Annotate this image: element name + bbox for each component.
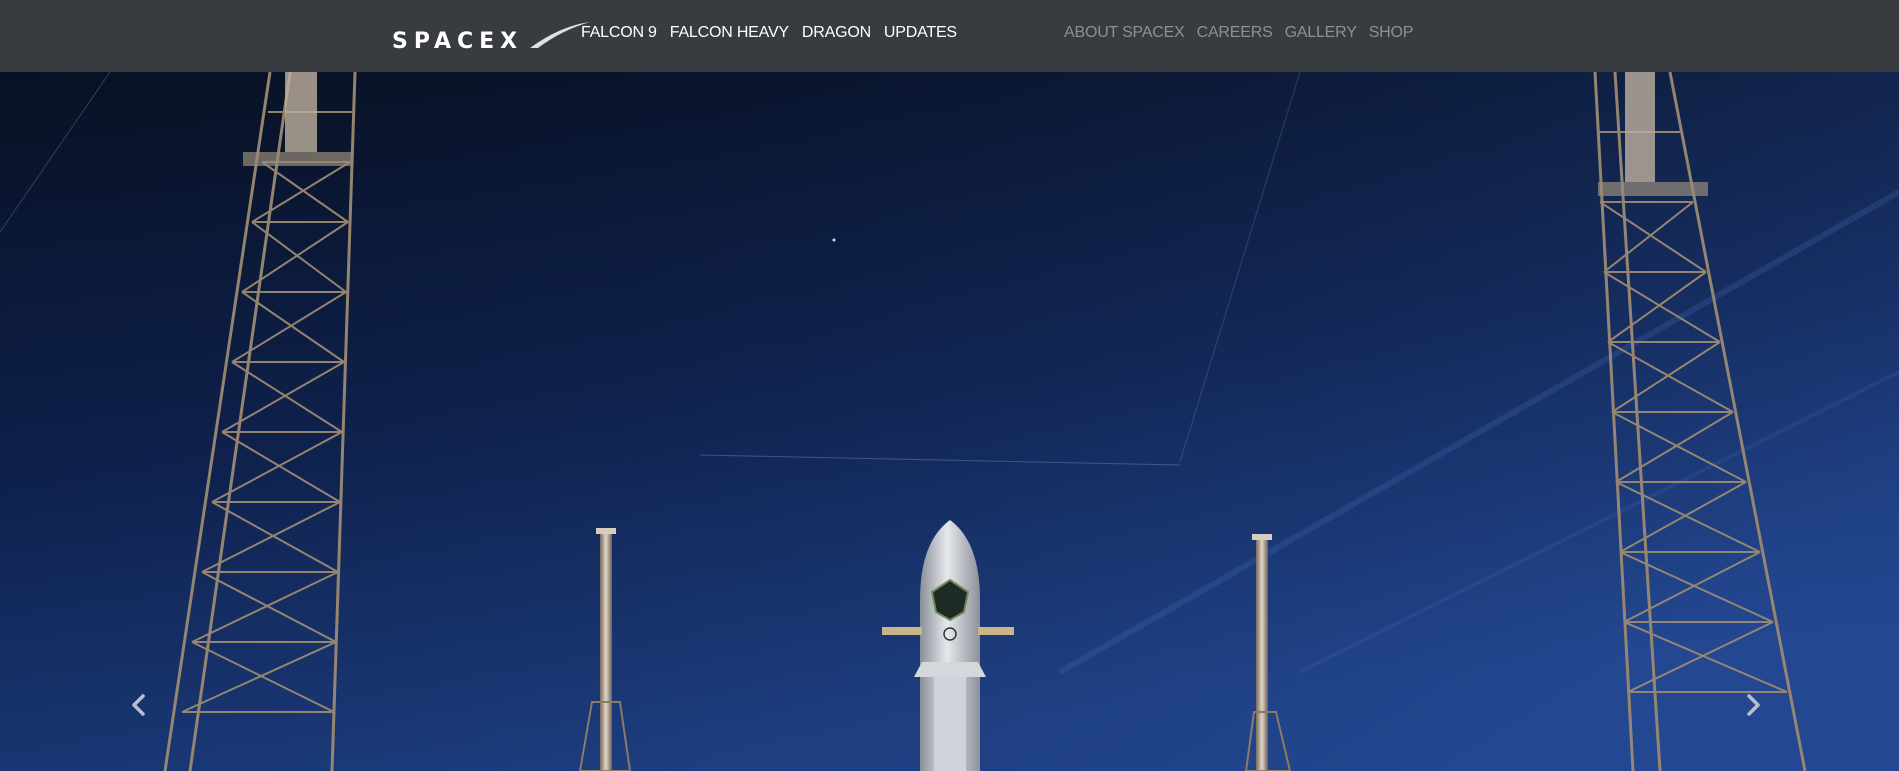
logo-wordmark: SPACEX — [392, 29, 523, 52]
nav-falcon-9[interactable]: FALCON 9 — [581, 23, 657, 43]
carousel-prev-button[interactable] — [124, 690, 154, 720]
secondary-nav: ABOUT SPACEX CAREERS GALLERY SHOP — [1064, 23, 1425, 43]
nav-dragon[interactable]: DRAGON — [802, 23, 871, 43]
nav-about-spacex[interactable]: ABOUT SPACEX — [1064, 23, 1185, 43]
nav-falcon-heavy[interactable]: FALCON HEAVY — [670, 23, 789, 43]
carousel-next-button[interactable] — [1738, 690, 1768, 720]
nav-careers[interactable]: CAREERS — [1197, 23, 1273, 43]
chevron-left-icon — [132, 694, 145, 716]
spacex-logo[interactable]: SPACEX — [390, 20, 590, 54]
top-navbar: SPACEX FALCON 9 FALCON HEAVY DRAGON UPDA… — [0, 0, 1899, 72]
nav-gallery[interactable]: GALLERY — [1285, 23, 1357, 43]
chevron-right-icon — [1747, 694, 1760, 716]
hero-image — [0, 72, 1899, 771]
nav-shop[interactable]: SHOP — [1369, 23, 1414, 43]
hero-carousel — [0, 72, 1899, 771]
spacex-logo-mark: SPACEX — [392, 22, 590, 54]
nav-updates[interactable]: UPDATES — [884, 23, 957, 43]
primary-nav: FALCON 9 FALCON HEAVY DRAGON UPDATES — [581, 23, 970, 43]
